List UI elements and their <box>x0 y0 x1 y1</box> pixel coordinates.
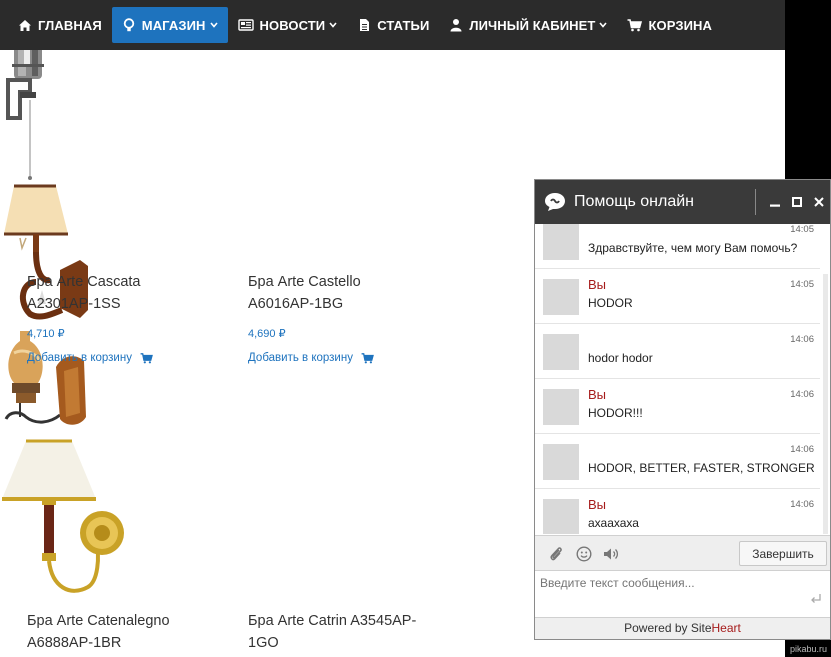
powered-by-text: Powered by <box>624 621 691 635</box>
message-text: HODOR!!! <box>588 406 643 420</box>
nav-account[interactable]: ЛИЧНЫЙ КАБИНЕТ <box>439 7 617 43</box>
add-to-cart-label: Добавить в корзину <box>248 352 353 364</box>
chat-message: Вы 14:06 HODOR!!! <box>535 379 820 434</box>
add-to-cart-link[interactable]: Добавить в корзину <box>248 352 374 364</box>
avatar <box>543 224 579 260</box>
sound-icon[interactable] <box>603 545 621 563</box>
product-image[interactable] <box>0 437 130 599</box>
smiley-icon[interactable] <box>575 545 593 563</box>
shop-icon <box>122 18 136 32</box>
nav-shop-label: МАГАЗИН <box>141 17 206 33</box>
cart-icon <box>361 352 374 363</box>
product-name-line[interactable]: A2301AP-1SS <box>27 293 217 315</box>
chat-scrollbar[interactable] <box>823 274 828 534</box>
product-image[interactable] <box>0 327 95 437</box>
message-text: Здравствуйте, чем могу Вам помочь? <box>588 241 798 255</box>
nav-cart-label: КОРЗИНА <box>648 17 712 33</box>
message-time: 14:06 <box>790 334 814 345</box>
nav-articles-label: СТАТЬИ <box>377 17 430 33</box>
product-price: 4,690 ₽ <box>248 328 286 340</box>
chat-header[interactable]: Помощь онлайн <box>535 180 830 224</box>
message-text: HODOR, BETTER, FASTER, STRONGER <box>588 461 815 475</box>
avatar <box>543 279 579 315</box>
add-to-cart-label: Добавить в корзину <box>27 352 132 364</box>
message-time: 14:06 <box>790 444 814 455</box>
chat-title: Помощь онлайн <box>574 193 694 210</box>
watermark: pikabu.ru <box>789 644 827 654</box>
chat-message: Вы 14:06 ахаахаха <box>535 489 820 534</box>
chat-messages[interactable]: 14:05 Здравствуйте, чем могу Вам помочь?… <box>535 224 830 534</box>
product-name-line[interactable]: A6888AP-1BR <box>27 632 217 654</box>
message-author: Вы <box>588 387 607 402</box>
chevron-down-icon <box>329 22 337 28</box>
product-price: 4,710 ₽ <box>27 328 65 340</box>
message-time: 14:06 <box>790 389 814 400</box>
top-navigation: ГЛАВНАЯ МАГАЗИН НОВОСТИ СТАТЬИ ЛИЧНЫЙ КА… <box>0 0 785 50</box>
minimize-icon[interactable] <box>768 195 782 209</box>
news-icon <box>237 18 254 32</box>
message-time: 14:05 <box>790 279 814 290</box>
chat-message: 14:06 hodor hodor <box>535 324 820 379</box>
powered-brand-site: Site <box>690 621 712 635</box>
avatar <box>543 389 579 425</box>
product-name-line[interactable]: 1GO <box>248 632 438 654</box>
chat-message: Вы 14:05 HODOR <box>535 269 820 324</box>
product-name[interactable]: Бра Arte Catenalegno A6888AP-1BR <box>27 610 217 654</box>
nav-articles[interactable]: СТАТЬИ <box>347 7 439 43</box>
product-name-line[interactable]: Бра Arte Catrin A3545AP- <box>248 610 438 632</box>
article-icon <box>357 18 371 32</box>
avatar <box>543 444 579 480</box>
siteheart-logo-icon <box>544 192 566 212</box>
product-name[interactable]: Бра Arte Catrin A3545AP- 1GO <box>248 610 438 654</box>
nav-account-label: ЛИЧНЫЙ КАБИНЕТ <box>469 17 596 33</box>
chat-message: 14:05 Здравствуйте, чем могу Вам помочь? <box>535 224 820 269</box>
message-input[interactable] <box>535 571 830 618</box>
cart-icon <box>627 18 643 32</box>
paperclip-icon[interactable] <box>547 545 565 563</box>
powered-brand-heart: Heart <box>711 621 741 635</box>
chat-toolbar: Завершить <box>535 535 830 571</box>
avatar <box>543 334 579 370</box>
add-to-cart-link[interactable]: Добавить в корзину <box>27 352 153 364</box>
product-name[interactable]: Бра Arte Castello A6016AP-1BG <box>248 271 438 315</box>
nav-news-label: НОВОСТИ <box>259 17 326 33</box>
product-name-line[interactable]: Бра Arte Cascata <box>27 271 217 293</box>
message-time: 14:06 <box>790 499 814 510</box>
divider <box>755 189 756 215</box>
product-name-line[interactable]: Бра Arte Castello <box>248 271 438 293</box>
maximize-icon[interactable] <box>790 195 804 209</box>
online-help-chat: Помощь онлайн 14:05 Здравствуйте, чем мо… <box>534 179 831 640</box>
user-icon <box>449 18 463 32</box>
message-author: Вы <box>588 277 607 292</box>
avatar <box>543 499 579 534</box>
chat-message: 14:06 HODOR, BETTER, FASTER, STRONGER <box>535 434 820 489</box>
message-author: Вы <box>588 497 607 512</box>
message-text: ахаахаха <box>588 516 639 530</box>
message-text: hodor hodor <box>588 351 653 365</box>
nav-home[interactable]: ГЛАВНАЯ <box>8 7 112 43</box>
cart-icon <box>140 352 153 363</box>
message-time: 14:05 <box>790 224 814 235</box>
chat-window-controls <box>755 180 830 224</box>
message-input-area <box>535 571 830 618</box>
nav-home-label: ГЛАВНАЯ <box>38 17 102 33</box>
finish-chat-button[interactable]: Завершить <box>739 541 827 566</box>
close-icon[interactable] <box>812 195 826 209</box>
nav-shop[interactable]: МАГАЗИН <box>111 7 228 43</box>
product-name[interactable]: Бра Arte Cascata A2301AP-1SS <box>27 271 217 315</box>
chevron-down-icon <box>599 22 608 28</box>
send-enter-icon[interactable] <box>810 592 822 610</box>
nav-cart[interactable]: КОРЗИНА <box>617 7 722 43</box>
product-name-line[interactable]: Бра Arte Catenalegno <box>27 610 217 632</box>
nav-news[interactable]: НОВОСТИ <box>228 7 348 43</box>
chevron-down-icon <box>209 22 218 28</box>
home-icon <box>18 18 32 32</box>
message-text: HODOR <box>588 296 633 310</box>
powered-by-footer[interactable]: Powered by SiteHeart <box>535 617 830 639</box>
product-name-line[interactable]: A6016AP-1BG <box>248 293 438 315</box>
